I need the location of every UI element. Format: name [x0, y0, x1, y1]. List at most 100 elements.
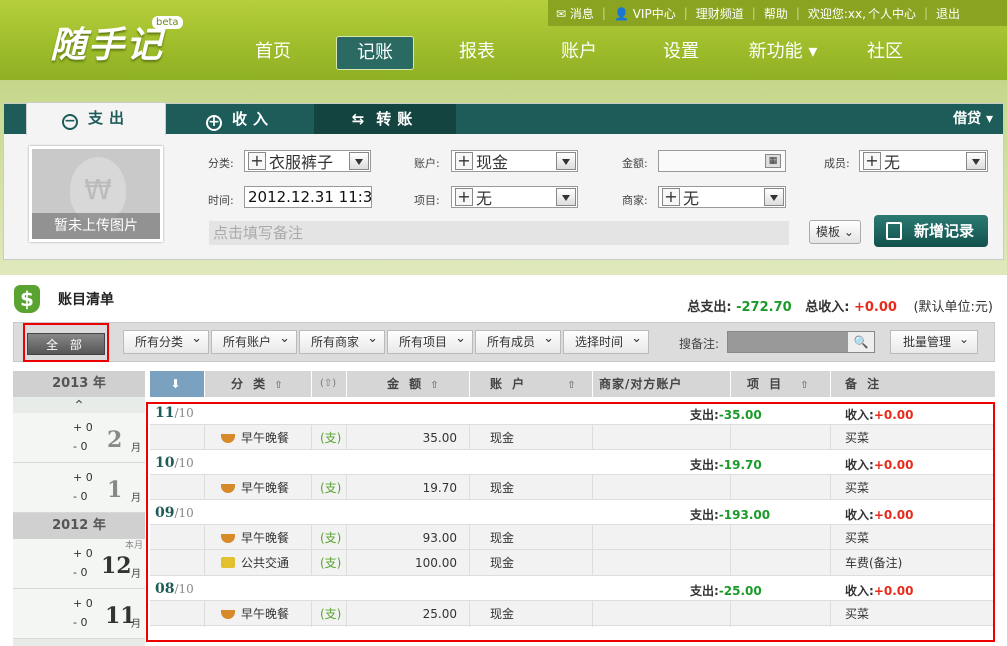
scroll-up-icon[interactable]: ⌃ — [13, 397, 145, 414]
row-spacer — [150, 550, 205, 576]
month-item[interactable]: + 0 - 0 2 月 — [13, 413, 145, 463]
header-category[interactable]: 分 类 ⇧ — [205, 371, 312, 397]
filter-project[interactable]: 所有项目 — [387, 328, 473, 354]
beta-badge: beta — [152, 16, 183, 29]
project-select[interactable]: + 无 — [451, 186, 578, 208]
personal-center-link[interactable]: 个人中心 — [866, 5, 924, 22]
table-row[interactable]: 早午晚餐 (支) 35.00 现金 买菜 — [150, 424, 995, 451]
filter-member[interactable]: 所有成员 — [475, 328, 561, 354]
row-spacer — [150, 475, 205, 501]
header-amount[interactable]: 金 额 ⇧ — [347, 371, 470, 397]
month-minus: - 0 — [73, 566, 88, 579]
add-icon[interactable]: + — [662, 188, 680, 206]
day-row: 11/10 支出:-35.00 收入:+0.00 — [150, 400, 995, 424]
nav-bookkeeping[interactable]: 记账 — [336, 36, 414, 70]
nav-reports[interactable]: 报表 — [426, 36, 528, 70]
template-button[interactable]: 模板 ⌄ — [809, 220, 861, 244]
add-icon[interactable]: + — [863, 152, 881, 170]
add-icon[interactable]: + — [248, 152, 266, 170]
row-type: (支) — [312, 525, 347, 551]
day-income-label: 收入: — [845, 458, 874, 472]
photo-upload[interactable]: ₩ 暂未上传图片 — [29, 146, 163, 242]
time-input[interactable]: 2012.12.31 11:31 — [244, 186, 372, 208]
message-link[interactable]: ✉ 消息 — [548, 5, 602, 22]
merchant-select[interactable]: + 无 — [658, 186, 786, 208]
nav-community[interactable]: 社区 — [834, 36, 936, 70]
month-plus: + 0 — [73, 471, 93, 484]
nav-new-features[interactable]: 新功能 ▾ — [732, 36, 834, 70]
header-category-label: 分 类 — [231, 377, 269, 391]
dropdown-arrow-icon[interactable] — [349, 152, 369, 170]
app-logo[interactable]: 随手记 — [50, 16, 164, 68]
records-list: $ 账目清单 总支出: -272.70 总收入: +0.00 (默认单位:元) … — [0, 275, 1007, 646]
dropdown-arrow-icon[interactable] — [556, 188, 576, 206]
header-account[interactable]: 账 户 ⇧ — [470, 371, 593, 397]
row-project — [731, 550, 831, 576]
tab-loan[interactable]: 借贷 ▾ — [953, 104, 993, 134]
month-item[interactable]: + 0 - 0 1 月 — [13, 463, 145, 513]
category-select[interactable]: + 衣服裤子 — [244, 150, 371, 172]
header-merchant[interactable]: 商家/对方账户 — [593, 371, 731, 397]
row-amount: 25.00 — [347, 601, 470, 627]
day-expense-label: 支出: — [690, 508, 719, 522]
day-row: 09/10 支出:-193.00 收入:+0.00 — [150, 500, 995, 524]
month-minus: - 0 — [73, 440, 88, 453]
day-income: 收入:+0.00 — [845, 582, 913, 599]
filter-time[interactable]: 选择时间 — [563, 328, 649, 354]
logout-link[interactable]: 退出 — [928, 5, 968, 22]
memo-input[interactable]: 点击填写备注 — [209, 221, 789, 245]
dropdown-arrow-icon[interactable] — [764, 188, 784, 206]
day-month: /10 — [174, 406, 194, 420]
table-row[interactable]: 早午晚餐 (支) 19.70 现金 买菜 — [150, 474, 995, 501]
meal-icon — [221, 534, 235, 543]
dropdown-arrow-icon[interactable] — [966, 152, 986, 170]
filter-merchant[interactable]: 所有商家 — [299, 328, 385, 354]
table-row[interactable]: 早午晚餐 (支) 93.00 现金 买菜 — [150, 524, 995, 551]
header-type-sort[interactable]: (⇧) — [312, 371, 347, 397]
records-table-body: 11/10 支出:-35.00 收入:+0.00 早午晚餐 (支) 35.00 … — [150, 400, 995, 627]
tab-transfer[interactable]: ⇆ 转账 — [314, 104, 456, 134]
header-memo[interactable]: 备 注 — [831, 371, 995, 397]
row-type: (支) — [312, 475, 347, 501]
year-2012[interactable]: 2012 年 — [13, 513, 145, 539]
nav-home[interactable]: 首页 — [222, 36, 324, 70]
finance-link[interactable]: 理财频道 — [688, 5, 752, 22]
help-link[interactable]: 帮助 — [756, 5, 796, 22]
day-date: 10/10 — [155, 455, 194, 471]
member-select[interactable]: + 无 — [859, 150, 988, 172]
account-select[interactable]: + 现金 — [451, 150, 578, 172]
year-2013[interactable]: 2013 年 — [13, 371, 145, 397]
filter-account[interactable]: 所有账户 — [211, 328, 297, 354]
welcome-text: 欢迎您:xx, — [800, 5, 866, 22]
table-row[interactable]: 早午晚餐 (支) 25.00 现金 买菜 — [150, 600, 995, 627]
meal-icon — [221, 484, 235, 493]
search-input[interactable]: 🔍 — [727, 331, 875, 353]
month-item[interactable]: + 0 - 0 11 月 — [13, 589, 145, 639]
month-item-current[interactable]: 本月 + 0 - 0 12 月 — [13, 539, 145, 589]
row-spacer — [150, 525, 205, 551]
calculator-icon[interactable]: ▦ — [765, 154, 781, 168]
add-icon[interactable]: + — [455, 152, 473, 170]
add-icon[interactable]: + — [455, 188, 473, 206]
nav-accounts[interactable]: 账户 — [528, 36, 630, 70]
merchant-value: 无 — [683, 189, 700, 208]
batch-manage-button[interactable]: 批量管理 — [890, 328, 978, 354]
vip-link[interactable]: 👤 VIP中心 — [606, 5, 684, 22]
month-plus: + 0 — [73, 547, 93, 560]
add-record-button[interactable]: 新增记录 — [874, 215, 988, 247]
day-expense-value: -193.00 — [718, 508, 771, 522]
nav-settings[interactable]: 设置 — [630, 36, 732, 70]
filter-category[interactable]: 所有分类 — [123, 328, 209, 354]
day-income-label: 收入: — [845, 584, 874, 598]
search-icon[interactable]: 🔍 — [848, 332, 874, 352]
tab-expense[interactable]: − 支出 — [26, 102, 166, 135]
table-row[interactable]: 公共交通 (支) 100.00 现金 车费(备注) — [150, 550, 995, 576]
sort-down-icon[interactable]: ⬇ — [150, 371, 205, 397]
tab-income[interactable]: + 收入 — [166, 104, 314, 134]
day-number: 09 — [155, 505, 175, 521]
day-number: 08 — [155, 581, 175, 597]
dropdown-arrow-icon[interactable] — [556, 152, 576, 170]
member-label: 成员: — [824, 157, 850, 170]
day-income-value: +0.00 — [873, 508, 914, 522]
header-project[interactable]: 项 目 ⇧ — [731, 371, 831, 397]
